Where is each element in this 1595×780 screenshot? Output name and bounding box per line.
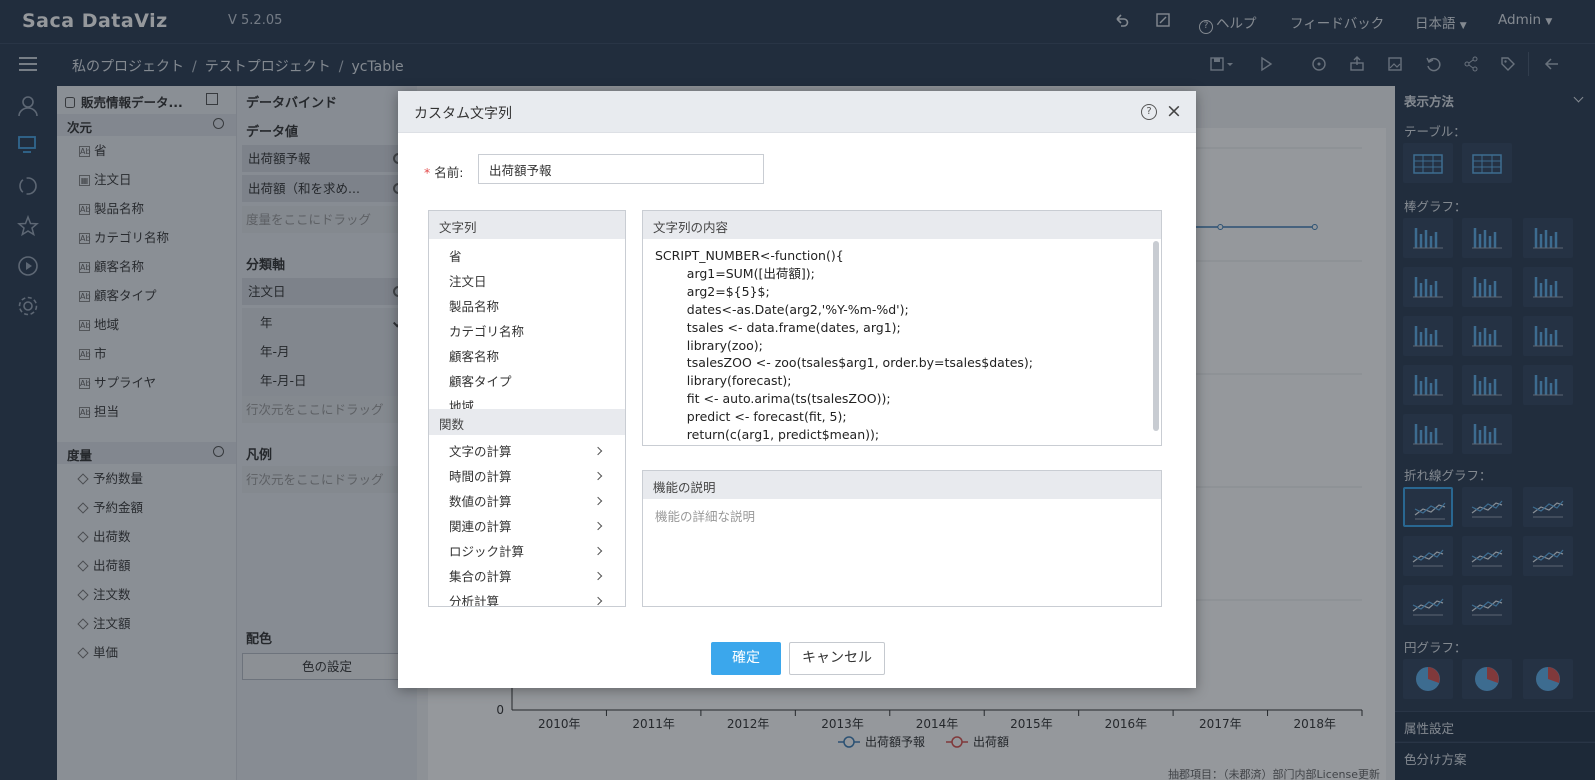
function-category[interactable]: 数値の計算 [429,489,625,514]
function-category-label: 時間の計算 [449,469,512,484]
function-category[interactable]: 文字の計算 [429,439,625,464]
function-category[interactable]: 関連の計算 [429,514,625,539]
chevron-right-icon [593,446,603,456]
function-category[interactable]: 時間の計算 [429,464,625,489]
chevron-right-icon [593,596,603,606]
string-field-item[interactable]: 製品名称 [429,294,625,319]
chevron-right-icon [593,521,603,531]
field-function-list: 文字列 省注文日 製品名称 カテゴリ名称 顧客名称 顧客タイプ 地域 関数 文字の計算時間… [428,210,626,607]
ok-button[interactable]: 確定 [711,642,781,675]
name-label: * 名前: [424,162,463,181]
string-field-item[interactable]: カテゴリ名称 [429,319,625,344]
function-category-label: 分析計算 [449,594,500,607]
code-editor[interactable]: SCRIPT_NUMBER<-function(){ arg1=SUM([出荷額… [643,239,1161,445]
string-field-item[interactable]: 省 [429,244,625,269]
content-header: 文字列の内容 [643,211,1161,239]
string-field-item[interactable]: 顧客名称 [429,344,625,369]
description-pane: 機能の説明 機能の詳細な説明 [642,470,1162,607]
string-field-list: 省注文日 製品名称 カテゴリ名称 顧客名称 顧客タイプ 地域 [429,239,625,409]
string-field-item[interactable]: 注文日 [429,269,625,294]
required-mark: * [424,165,431,180]
help-icon[interactable]: ? [1141,104,1157,120]
function-category[interactable]: 集合の計算 [429,564,625,589]
cancel-button[interactable]: キャンセル [789,642,885,675]
function-category-label: 文字の計算 [449,444,512,459]
string-field-item[interactable]: 顧客タイプ [429,369,625,394]
string-content-pane: 文字列の内容 SCRIPT_NUMBER<-function(){ arg1=S… [642,210,1162,446]
chevron-right-icon [593,571,603,581]
dialog-title: カスタム文字列 [414,106,512,122]
dialog-header [398,91,1196,133]
chevron-right-icon [593,546,603,556]
description-header: 機能の説明 [643,471,1161,499]
function-list-header: 関数 [429,409,625,435]
function-category-label: 関連の計算 [449,519,512,534]
function-category[interactable]: ロジック計算 [429,539,625,564]
string-list-header: 文字列 [429,211,625,239]
function-category-label: ロジック計算 [449,544,525,559]
function-category-label: 数値の計算 [449,494,512,509]
string-field-item[interactable]: 地域 [429,394,625,409]
description-text: 機能の詳細な説明 [655,509,756,524]
scrollbar[interactable] [1153,241,1159,431]
name-input[interactable] [478,154,764,184]
function-category[interactable]: 分析計算 [429,589,625,607]
chevron-right-icon [593,496,603,506]
function-category-label: 集合の計算 [449,569,512,584]
chevron-right-icon [593,471,603,481]
close-icon[interactable]: × [1166,100,1182,122]
name-label-text: 名前: [434,165,464,180]
function-list: 文字の計算時間の計算数値の計算関連の計算ロジック計算 集合の計算分析計算 [429,435,625,607]
custom-string-dialog: カスタム文字列 ? × *名前: 文字列 省注文日製品名称カテゴリ名称顧客名称顧… [398,91,1196,688]
